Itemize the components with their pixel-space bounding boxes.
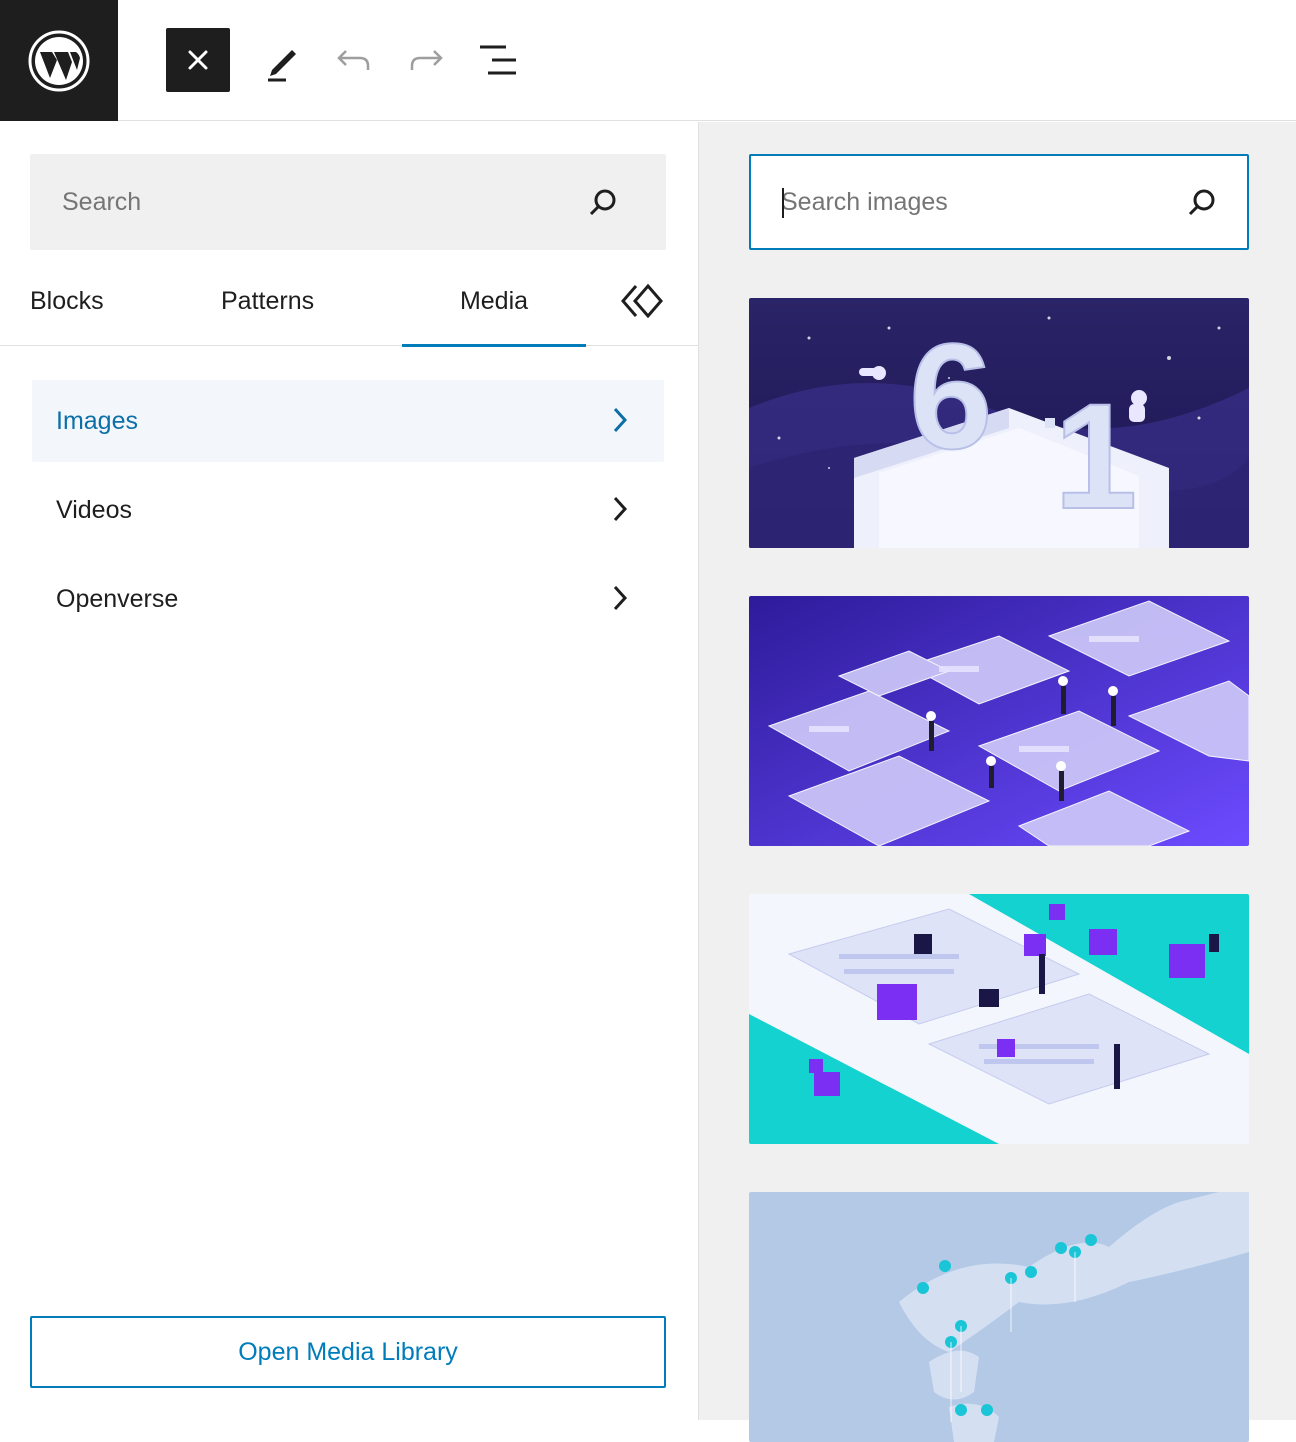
svg-text:1: 1	[1054, 372, 1137, 540]
reusable-block-icon	[621, 283, 663, 319]
tab-patterns[interactable]: Patterns	[221, 256, 314, 346]
image-thumbnail[interactable]	[749, 1192, 1249, 1442]
map-pins-illustration	[749, 1192, 1249, 1442]
media-results-panel: 6 1	[698, 122, 1296, 1442]
search-icon	[589, 189, 616, 216]
search-icon	[1188, 189, 1215, 216]
wp-61-illustration: 6 1	[749, 298, 1249, 548]
image-thumbnail[interactable]: 6 1	[749, 298, 1249, 548]
tools-button[interactable]	[250, 28, 314, 92]
purple-pages-illustration	[749, 596, 1249, 846]
undo-icon	[337, 50, 370, 70]
wordpress-logo[interactable]	[0, 0, 118, 121]
redo-icon	[410, 50, 443, 70]
image-thumbnail[interactable]	[749, 894, 1249, 1144]
image-search-input[interactable]	[751, 156, 1247, 248]
svg-text:6: 6	[909, 312, 992, 480]
chevron-right-icon	[613, 496, 628, 522]
inserter-search	[30, 154, 666, 250]
chevron-right-icon	[613, 585, 628, 611]
tab-reusable[interactable]	[616, 256, 668, 346]
category-label: Videos	[56, 495, 132, 524]
inserter-search-input[interactable]	[30, 154, 666, 250]
pencil-icon	[268, 50, 296, 82]
block-inserter-panel: Blocks Patterns Media Images Videos Open…	[0, 122, 698, 1420]
inserter-tabs: Blocks Patterns Media	[0, 256, 698, 347]
tab-blocks[interactable]: Blocks	[30, 256, 104, 346]
category-images[interactable]: Images	[32, 380, 664, 462]
open-media-library-button[interactable]: Open Media Library	[30, 1316, 666, 1388]
image-thumbnail[interactable]	[749, 596, 1249, 846]
close-icon	[188, 50, 208, 70]
cyan-blocks-illustration	[749, 894, 1249, 1144]
category-label: Images	[56, 406, 138, 435]
list-view-button[interactable]	[466, 28, 530, 92]
image-search	[749, 154, 1249, 250]
category-videos[interactable]: Videos	[32, 469, 664, 551]
close-inserter-button[interactable]	[166, 28, 230, 92]
list-view-icon	[480, 45, 516, 75]
tab-media[interactable]: Media	[402, 256, 586, 347]
category-openverse[interactable]: Openverse	[32, 558, 664, 640]
editor-toolbar	[0, 0, 1296, 121]
text-caret	[782, 188, 784, 218]
wordpress-logo-icon	[28, 30, 90, 91]
chevron-right-icon	[613, 407, 628, 433]
redo-button[interactable]	[394, 28, 458, 92]
undo-button[interactable]	[322, 28, 386, 92]
media-category-list: Images Videos Openverse	[32, 380, 664, 647]
category-label: Openverse	[56, 584, 179, 613]
